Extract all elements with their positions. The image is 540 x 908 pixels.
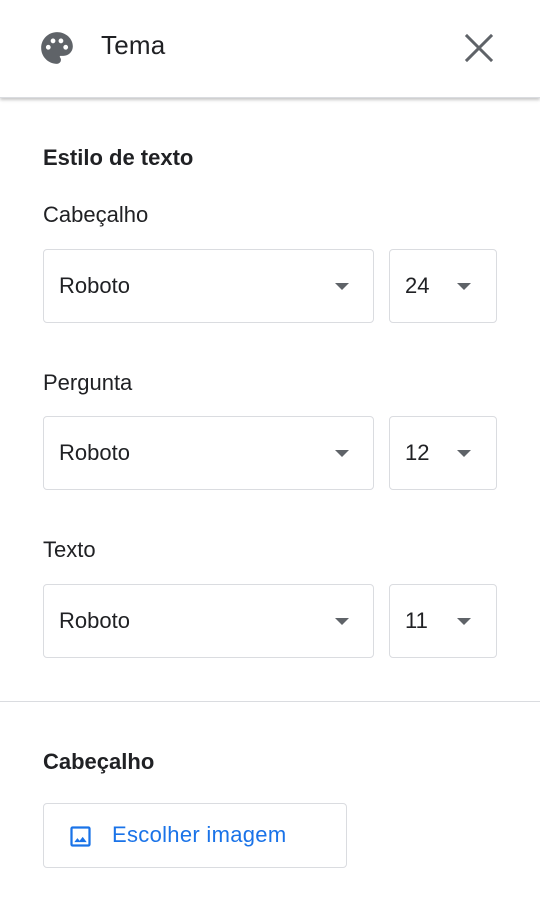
heading-size-value: 24: [405, 273, 430, 298]
palette-icon: [41, 32, 73, 64]
dropdown-arrow-icon: [457, 283, 471, 290]
dropdown-arrow-icon: [335, 450, 349, 457]
question-font-select[interactable]: Roboto: [43, 416, 374, 490]
dropdown-arrow-icon: [457, 450, 471, 457]
choose-image-label: Escolher imagem: [112, 822, 287, 847]
panel-title: Tema: [101, 30, 166, 60]
question-size-value: 12: [405, 440, 430, 465]
section-title-header-image: Cabeçalho: [43, 749, 155, 774]
section-divider: [0, 701, 540, 702]
heading-font-select[interactable]: Roboto: [43, 249, 374, 323]
close-button[interactable]: [458, 27, 500, 69]
question-size-select[interactable]: 12: [389, 416, 497, 490]
image-icon: [70, 826, 91, 847]
dropdown-arrow-icon: [335, 283, 349, 290]
question-font-value: Roboto: [59, 440, 130, 465]
choose-image-button[interactable]: Escolher imagem: [43, 803, 347, 868]
text-font-value: Roboto: [59, 608, 130, 633]
text-font-label: Texto: [43, 537, 96, 562]
dropdown-arrow-icon: [335, 618, 349, 625]
heading-size-select[interactable]: 24: [389, 249, 497, 323]
close-icon: [464, 33, 494, 63]
text-size-value: 11: [405, 608, 428, 633]
heading-font-label: Cabeçalho: [43, 202, 149, 227]
dropdown-arrow-icon: [457, 618, 471, 625]
text-size-select[interactable]: 11: [389, 584, 497, 658]
text-font-select[interactable]: Roboto: [43, 584, 374, 658]
section-title-text-style: Estilo de texto: [43, 145, 194, 170]
question-font-label: Pergunta: [43, 370, 133, 395]
panel-header: Tema: [0, 0, 540, 98]
heading-font-value: Roboto: [59, 273, 130, 298]
